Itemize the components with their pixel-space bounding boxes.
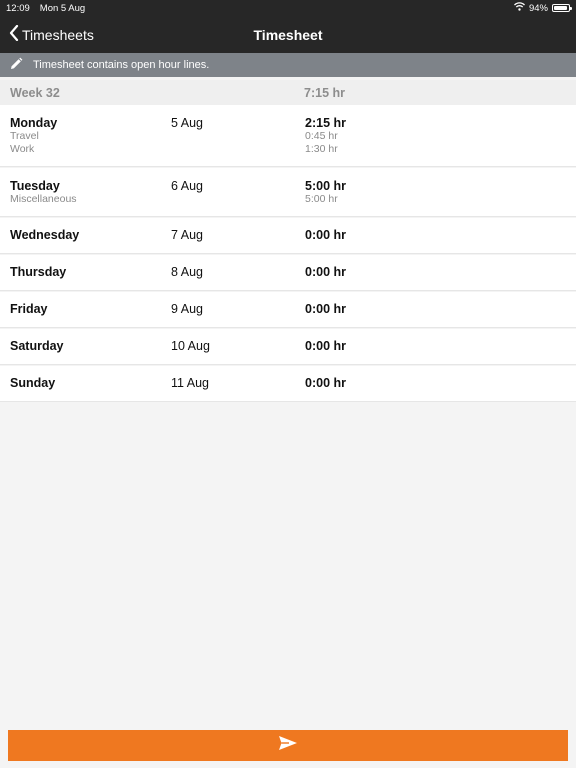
day-hours: 0:00 hr [305, 376, 346, 390]
line-type: Travel [10, 130, 39, 142]
nav-bar: Timesheets Timesheet [0, 16, 576, 53]
day-date: 7 Aug [171, 228, 203, 242]
day-row-friday[interactable]: Friday 9 Aug 0:00 hr [0, 292, 576, 328]
back-button[interactable]: Timesheets [9, 16, 94, 53]
week-summary: Week 32 7:15 hr [0, 80, 576, 105]
day-hours: 0:00 hr [305, 265, 346, 279]
day-row-wednesday[interactable]: Wednesday 7 Aug 0:00 hr [0, 218, 576, 254]
week-total: 7:15 hr [304, 86, 345, 100]
line-type: Work [10, 143, 35, 155]
day-hours: 5:00 hr [305, 179, 346, 193]
day-hours: 0:00 hr [305, 339, 346, 353]
line-type: Miscellaneous [10, 193, 77, 205]
day-hours: 0:00 hr [305, 302, 346, 316]
day-date: 6 Aug [171, 179, 203, 193]
open-lines-notice: Timesheet contains open hour lines. [0, 53, 576, 77]
day-row-monday[interactable]: Monday 5 Aug 2:15 hr Travel 0:45 hr Work… [0, 105, 576, 167]
day-row-thursday[interactable]: Thursday 8 Aug 0:00 hr [0, 255, 576, 291]
day-name: Saturday [10, 339, 64, 353]
day-date: 8 Aug [171, 265, 203, 279]
day-hours: 2:15 hr [305, 116, 346, 130]
day-row-saturday[interactable]: Saturday 10 Aug 0:00 hr [0, 329, 576, 365]
chevron-left-icon [9, 24, 19, 44]
submit-timesheet-button[interactable] [8, 730, 568, 761]
battery-icon [552, 4, 572, 12]
day-name: Tuesday [10, 179, 60, 193]
day-date: 9 Aug [171, 302, 203, 316]
wifi-icon [514, 2, 525, 14]
day-date: 10 Aug [171, 339, 210, 353]
week-label: Week 32 [10, 86, 60, 100]
day-row-tuesday[interactable]: Tuesday 6 Aug 5:00 hr Miscellaneous 5:00… [0, 168, 576, 217]
battery-percent: 94% [528, 2, 548, 14]
day-name: Monday [10, 116, 58, 130]
send-icon [278, 735, 298, 756]
day-row-sunday[interactable]: Sunday 11 Aug 0:00 hr [0, 366, 576, 402]
line-hours: 0:45 hr [305, 130, 338, 142]
day-hours: 0:00 hr [305, 228, 346, 242]
status-bar: 12:09 Mon 5 Aug 94% [0, 0, 576, 16]
status-time: 12:09 [6, 2, 30, 14]
line-hours: 1:30 hr [305, 143, 338, 155]
status-date: Mon 5 Aug [39, 2, 86, 14]
back-button-label: Timesheets [22, 26, 94, 43]
day-name: Sunday [10, 376, 56, 390]
day-date: 5 Aug [171, 116, 203, 130]
day-date: 11 Aug [171, 376, 210, 390]
line-hours: 5:00 hr [305, 193, 338, 205]
day-name: Wednesday [10, 228, 80, 242]
pencil-icon [9, 57, 23, 74]
notice-text: Timesheet contains open hour lines. [33, 59, 210, 71]
day-name: Thursday [10, 265, 67, 279]
day-name: Friday [10, 302, 48, 316]
